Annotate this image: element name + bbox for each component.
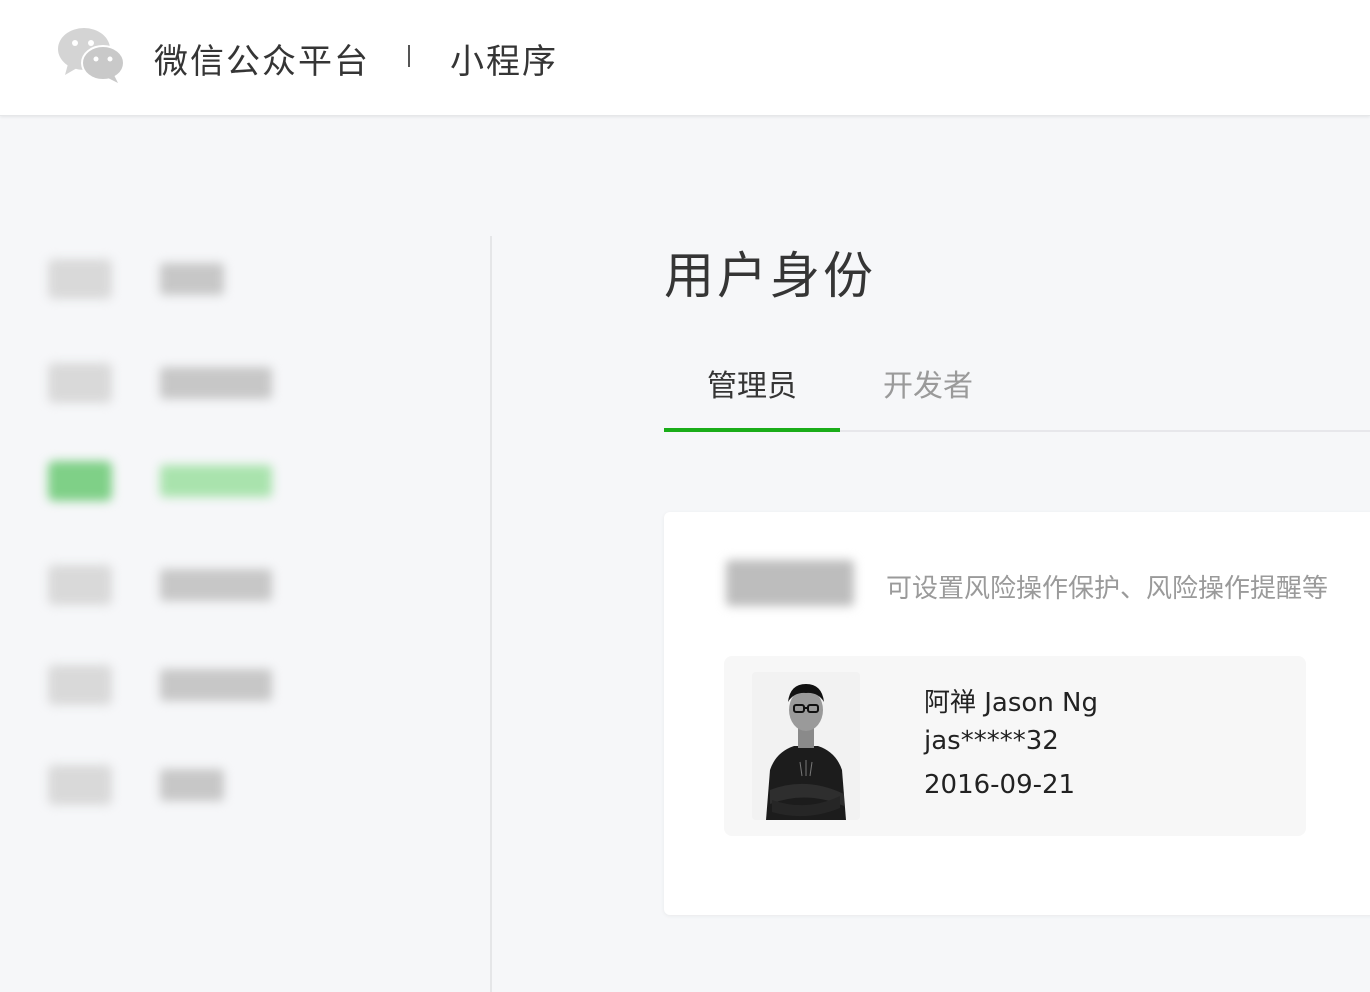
- admin-name: 阿禅 Jason Ng: [924, 688, 1099, 718]
- sidebar-item-icon: [48, 565, 112, 605]
- sidebar-item-icon: [48, 665, 112, 705]
- sidebar-item-active[interactable]: [48, 457, 308, 505]
- card-section-label: [726, 560, 854, 606]
- sidebar-item-icon: [48, 461, 112, 501]
- tab-bar: 管理员 开发者: [664, 354, 1370, 432]
- sidebar-divider: [490, 236, 492, 992]
- sidebar-item-icon: [48, 765, 112, 805]
- admin-account: jas*****32: [924, 726, 1059, 756]
- sidebar-item-icon: [48, 363, 112, 403]
- sidebar-item[interactable]: [48, 661, 308, 709]
- sidebar-nav: [0, 117, 490, 992]
- sidebar-item[interactable]: [48, 255, 308, 303]
- product-name: 小程序: [450, 42, 558, 82]
- sidebar-item[interactable]: [48, 359, 308, 407]
- brand-title[interactable]: 微信公众平台: [154, 34, 370, 83]
- tab-developer[interactable]: 开发者: [840, 354, 1016, 432]
- admin-info-box: 阿禅 Jason Ng jas*****32 2016-09-21: [724, 656, 1306, 836]
- sidebar-item[interactable]: [48, 561, 308, 609]
- admin-bind-date: 2016-09-21: [924, 770, 1076, 800]
- sidebar-item-label: [160, 367, 272, 399]
- page-title: 用户身份: [664, 247, 876, 305]
- sidebar-item-label: [160, 263, 224, 295]
- avatar-photo-icon: [752, 672, 860, 820]
- sidebar-item-label: [160, 769, 224, 801]
- brand-separator: [408, 45, 410, 67]
- tab-admin[interactable]: 管理员: [664, 354, 840, 432]
- sidebar-item-icon: [48, 259, 112, 299]
- sidebar-item-label: [160, 465, 272, 497]
- admin-card: 可设置风险操作保护、风险操作提醒等 阿禅 Jason Ng jas*****32…: [664, 512, 1370, 915]
- avatar: [752, 672, 860, 820]
- sidebar-item[interactable]: [48, 761, 308, 809]
- sidebar-item-label: [160, 669, 272, 701]
- card-tip-text: 可设置风险操作保护、风险操作提醒等: [886, 574, 1329, 604]
- top-header: 微信公众平台 小程序: [0, 0, 1370, 116]
- sidebar-item-label: [160, 569, 272, 601]
- wechat-logo-icon[interactable]: [56, 26, 128, 84]
